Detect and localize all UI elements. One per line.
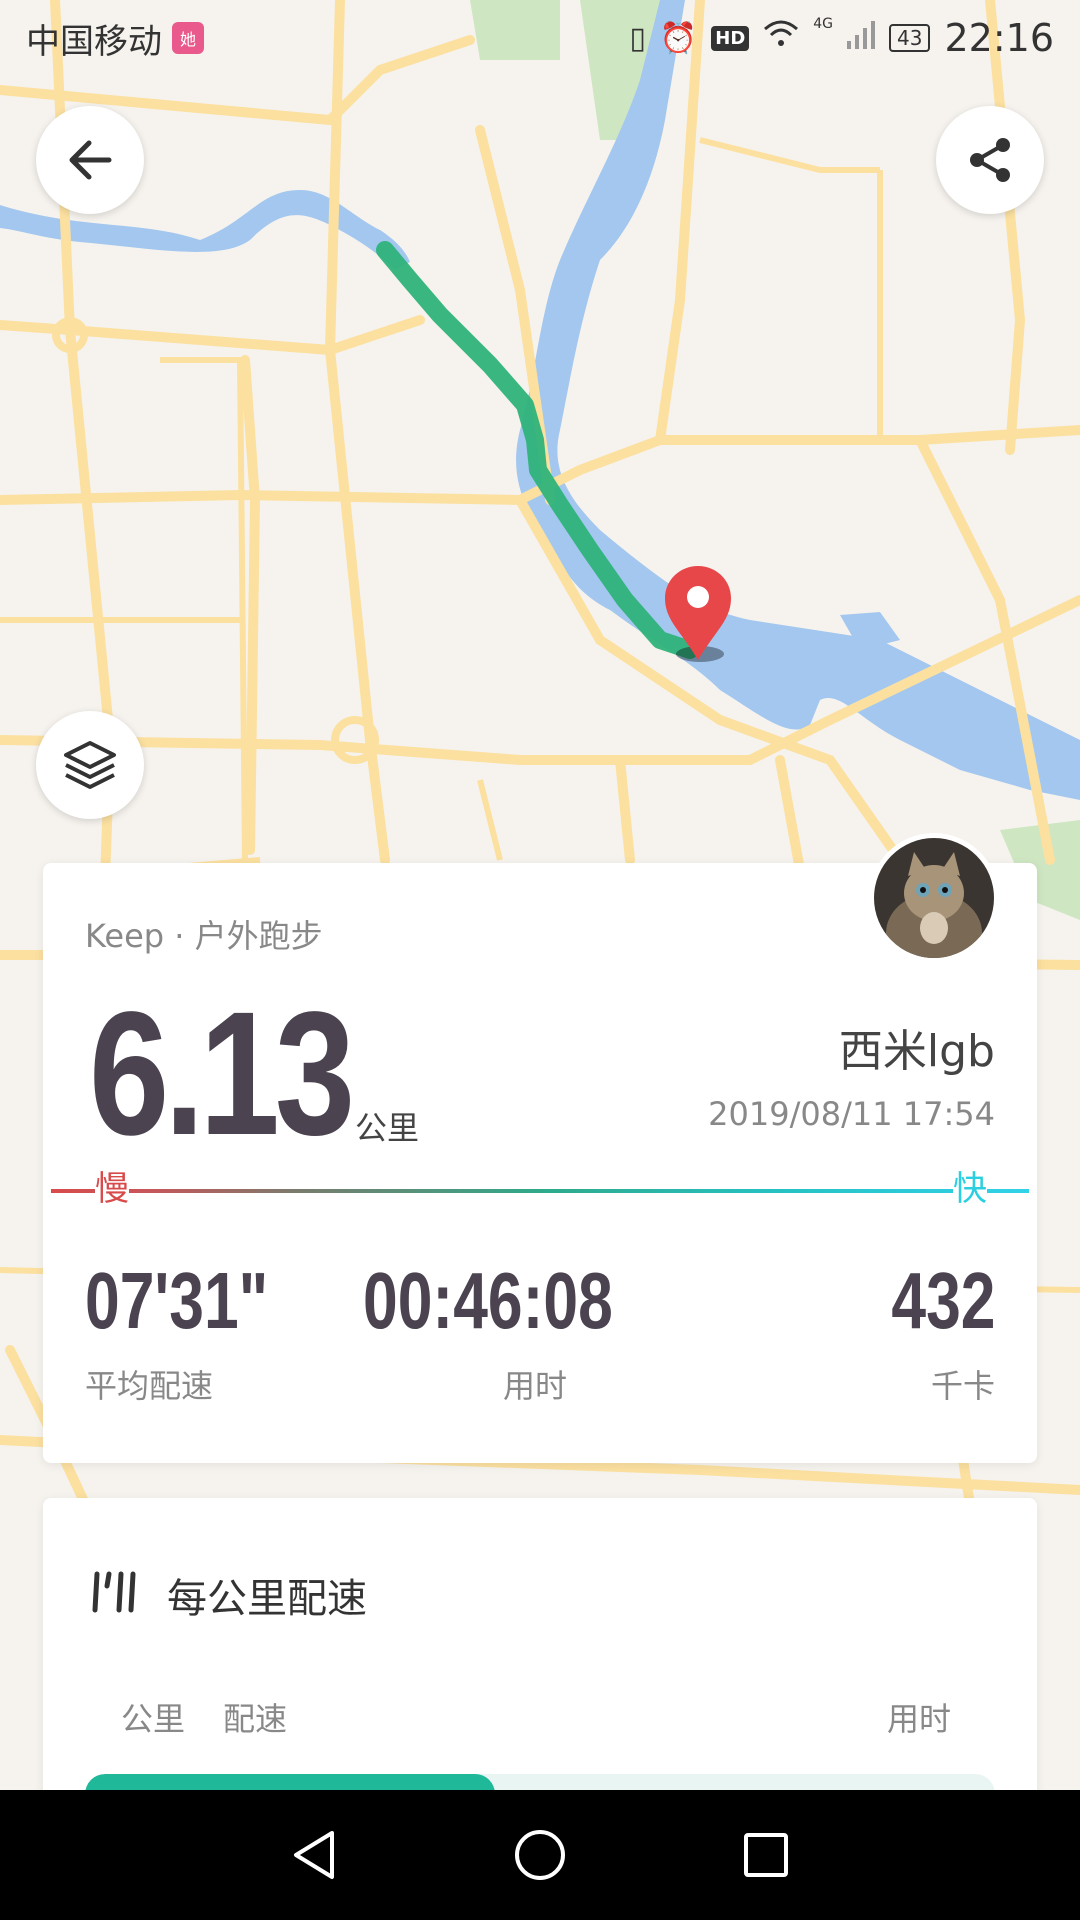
signal-bars-icon <box>847 19 876 57</box>
layers-icon <box>64 741 116 789</box>
share-button[interactable] <box>936 106 1044 214</box>
map-layers-button[interactable] <box>36 711 144 819</box>
duration-value: 00:46:08 <box>363 1256 613 1345</box>
back-nav-icon[interactable] <box>286 1827 342 1883</box>
calories-value: 432 <box>890 1256 995 1345</box>
speed-gradient-bar <box>51 1189 1029 1193</box>
distance-unit: 公里 <box>355 1109 420 1147</box>
column-time: 用时 <box>886 1700 951 1738</box>
avg-pace-value: 07'31" <box>85 1256 269 1345</box>
avatar[interactable] <box>869 833 999 963</box>
alarm-icon: ⏰ <box>659 20 698 56</box>
distance-value: 6.13 <box>89 976 355 1172</box>
username: 西米lgb <box>838 1026 995 1077</box>
app-notification-icon: 她 <box>172 22 204 54</box>
duration-label: 用时 <box>503 1367 568 1405</box>
run-datetime: 2019/08/11 17:54 <box>708 1095 995 1133</box>
battery-icon: 43 <box>889 24 931 52</box>
status-bar: 中国移动 她 ▯ ⏰ HD 4G 43 22:16 <box>0 0 1080 76</box>
run-summary-card: Keep · 户外跑步 6.13 公里 西米lgb 2019/08/11 17:… <box>43 833 1037 1463</box>
carrier-label: 中国移动 <box>26 21 162 62</box>
recents-nav-icon[interactable] <box>738 1827 794 1883</box>
hd-icon: HD <box>711 25 750 51</box>
home-nav-icon[interactable] <box>512 1827 568 1883</box>
arrow-left-icon <box>69 140 112 180</box>
signal-icon: 4G <box>813 16 834 32</box>
pace-chart-icon <box>92 1571 136 1613</box>
calories-label: 千卡 <box>930 1367 995 1405</box>
share-icon <box>970 138 1010 182</box>
activity-source: Keep · 户外跑步 <box>85 917 323 955</box>
fast-label: 快 <box>953 1161 987 1210</box>
system-nav-bar <box>0 1790 1080 1920</box>
avg-pace-label: 平均配速 <box>85 1367 214 1405</box>
column-km: 公里 <box>121 1700 186 1738</box>
pace-section-title: 每公里配速 <box>167 1576 367 1622</box>
back-button[interactable] <box>36 106 144 214</box>
wifi-icon <box>763 19 799 57</box>
vibrate-icon: ▯ <box>629 20 646 56</box>
clock: 22:16 <box>944 16 1054 60</box>
column-pace: 配速 <box>223 1700 288 1738</box>
slow-label: 慢 <box>95 1161 129 1210</box>
